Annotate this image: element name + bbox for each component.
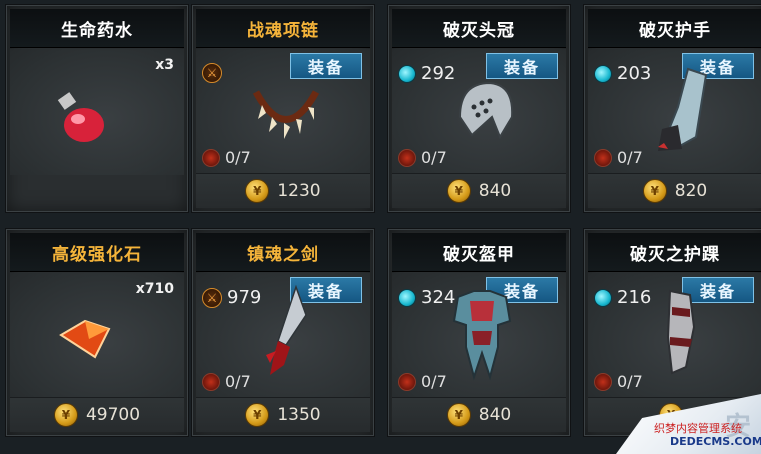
item-card-ruin-armor[interactable]: 破灭盔甲 324 装备 0/7 ¥840: [387, 228, 571, 437]
item-stat: 203: [594, 63, 651, 84]
stat-value: 216: [617, 287, 652, 308]
enhance-icon: [398, 372, 416, 391]
item-stat: ⚔ 979: [202, 287, 261, 308]
sword-icon: ⚔: [202, 63, 222, 83]
price-bar: ¥1230: [196, 173, 370, 208]
enhance-stone-icon: [59, 319, 111, 359]
enhance-level: 0/7: [202, 372, 251, 391]
enhance-text: 0/7: [617, 148, 643, 167]
item-name: 破灭头冠: [392, 9, 566, 48]
gem-icon: [594, 288, 612, 307]
item-stat: 216: [594, 287, 651, 308]
watermark-url: DEDECMS.COM: [670, 435, 761, 448]
item-quantity: x710: [135, 281, 174, 297]
item-body: 203 装备 0/7: [588, 49, 761, 175]
item-name: 镇魂之剑: [196, 233, 370, 272]
enhance-level: 0/7: [398, 148, 447, 167]
watermark-text: 织梦内容管理系统: [654, 422, 742, 435]
enhance-icon: [594, 148, 612, 167]
item-card-ruin-crown[interactable]: 破灭头冠 292 装备 0/7 ¥840: [387, 4, 571, 213]
gem-icon: [398, 288, 416, 307]
anklet-icon: [666, 289, 696, 375]
potion-icon: [57, 92, 104, 142]
gem-icon: [398, 64, 416, 83]
item-grid: 生命药水 x3 战魂项链 ⚔ 装备 0/7 ¥1230 破灭头冠 292 装备 …: [0, 0, 761, 454]
armor-icon: [452, 290, 512, 381]
enhance-icon: [202, 372, 220, 391]
item-body: x3: [10, 49, 184, 175]
item-body: 292 装备 0/7: [392, 49, 566, 175]
equip-button[interactable]: 装备: [486, 53, 558, 79]
equip-button[interactable]: 装备: [290, 53, 362, 79]
enhance-level: 0/7: [202, 148, 251, 167]
item-body: ⚔ 979 装备 0/7: [196, 273, 370, 399]
gem-icon: [594, 64, 612, 83]
item-body: ⚔ 装备 0/7: [196, 49, 370, 175]
item-name: 破灭之护踝: [588, 233, 761, 272]
enhance-icon: [594, 372, 612, 391]
enhance-icon: [398, 148, 416, 167]
helmet-icon: [458, 81, 514, 140]
item-name: 战魂项链: [196, 9, 370, 48]
price: 1350: [277, 405, 321, 425]
price-bar: ¥1350: [196, 397, 370, 432]
item-body: 324 装备 0/7: [392, 273, 566, 399]
price: 840: [478, 181, 512, 201]
price: 840: [478, 405, 512, 425]
price-bar: ¥820: [588, 173, 761, 208]
price-bar: ¥49700: [10, 397, 184, 432]
enhance-text: 0/7: [225, 372, 251, 391]
coin-icon: ¥: [446, 179, 471, 203]
enhance-text: 0/7: [225, 148, 251, 167]
price: 820: [674, 181, 708, 201]
enhance-text: 0/7: [617, 372, 643, 391]
coin-icon: ¥: [245, 179, 270, 203]
item-card-life-potion[interactable]: 生命药水 x3: [5, 4, 189, 213]
item-card-ruin-gauntlet[interactable]: 破灭护手 203 装备 0/7 ¥820: [583, 4, 761, 213]
gauntlet-icon: [658, 67, 708, 151]
item-name: 生命药水: [10, 9, 184, 48]
price: 1230: [277, 181, 321, 201]
necklace-icon: [252, 90, 320, 139]
enhance-text: 0/7: [421, 148, 447, 167]
enhance-level: 0/7: [594, 372, 643, 391]
sword-icon: ⚔: [202, 287, 222, 308]
item-stat: ⚔: [202, 63, 222, 83]
enhance-level: 0/7: [398, 372, 447, 391]
coin-icon: ¥: [53, 403, 78, 427]
sword-blade-icon: [266, 285, 307, 375]
price-bar: ¥840: [392, 173, 566, 208]
item-body: 216 装备 0/7: [588, 273, 761, 399]
item-name: 破灭盔甲: [392, 233, 566, 272]
item-card-soul-sword[interactable]: 镇魂之剑 ⚔ 979 装备 0/7 ¥1350: [191, 228, 375, 437]
coin-icon: ¥: [245, 403, 270, 427]
item-card-war-soul-necklace[interactable]: 战魂项链 ⚔ 装备 0/7 ¥1230: [191, 4, 375, 213]
item-name: 破灭护手: [588, 9, 761, 48]
stat-value: 203: [617, 63, 652, 84]
enhance-level: 0/7: [594, 148, 643, 167]
coin-icon: ¥: [446, 403, 471, 427]
stat-value: 292: [421, 63, 456, 84]
price-bar: ¥840: [392, 397, 566, 432]
item-name: 高级强化石: [10, 233, 184, 272]
item-quantity: x3: [155, 57, 174, 73]
item-card-advanced-enhance-stone[interactable]: 高级强化石 x710 ¥49700: [5, 228, 189, 437]
item-body: x710: [10, 273, 184, 399]
enhance-text: 0/7: [421, 372, 447, 391]
coin-icon: ¥: [642, 179, 667, 203]
enhance-icon: [202, 148, 220, 167]
item-stat: 292: [398, 63, 455, 84]
price: 49700: [85, 405, 141, 425]
